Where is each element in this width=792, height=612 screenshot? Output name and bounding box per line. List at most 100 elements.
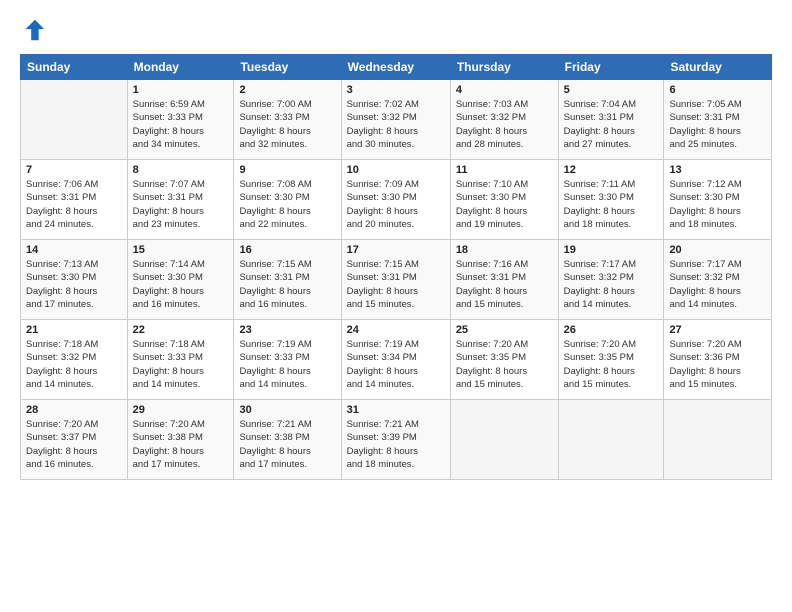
calendar-cell: 1 Sunrise: 6:59 AM Sunset: 3:33 PM Daylig… (127, 80, 234, 160)
day-number: 10 (347, 164, 445, 176)
day-info: Sunrise: 7:17 AM Sunset: 3:32 PM Dayligh… (564, 258, 659, 311)
day-number: 20 (669, 244, 766, 256)
calendar-cell: 24 Sunrise: 7:19 AM Sunset: 3:34 PM Dayli… (341, 320, 450, 400)
calendar-cell: 23 Sunrise: 7:19 AM Sunset: 3:33 PM Dayli… (234, 320, 341, 400)
calendar-cell: 18 Sunrise: 7:16 AM Sunset: 3:31 PM Dayli… (450, 240, 558, 320)
calendar-cell (21, 80, 128, 160)
calendar-cell: 20 Sunrise: 7:17 AM Sunset: 3:32 PM Dayli… (664, 240, 772, 320)
day-header-tuesday: Tuesday (234, 55, 341, 80)
day-number: 7 (26, 164, 122, 176)
day-number: 23 (239, 324, 335, 336)
day-number: 9 (239, 164, 335, 176)
calendar-cell: 26 Sunrise: 7:20 AM Sunset: 3:35 PM Dayli… (558, 320, 664, 400)
calendar-cell: 2 Sunrise: 7:00 AM Sunset: 3:33 PM Daylig… (234, 80, 341, 160)
calendar-cell: 6 Sunrise: 7:05 AM Sunset: 3:31 PM Daylig… (664, 80, 772, 160)
day-info: Sunrise: 7:18 AM Sunset: 3:33 PM Dayligh… (133, 338, 229, 391)
day-number: 1 (133, 84, 229, 96)
logo (20, 16, 52, 44)
week-row-4: 28Sunrise: 7:20 AM Sunset: 3:37 PM Dayli… (21, 400, 772, 480)
calendar-cell: 13 Sunrise: 7:12 AM Sunset: 3:30 PM Dayli… (664, 160, 772, 240)
day-number: 30 (239, 404, 335, 416)
calendar-cell (450, 400, 558, 480)
day-number: 24 (347, 324, 445, 336)
day-number: 21 (26, 324, 122, 336)
day-number: 16 (239, 244, 335, 256)
day-header-saturday: Saturday (664, 55, 772, 80)
day-number: 6 (669, 84, 766, 96)
calendar-cell: 27 Sunrise: 7:20 AM Sunset: 3:36 PM Dayli… (664, 320, 772, 400)
day-header-wednesday: Wednesday (341, 55, 450, 80)
calendar-cell: 22 Sunrise: 7:18 AM Sunset: 3:33 PM Dayli… (127, 320, 234, 400)
calendar-cell (664, 400, 772, 480)
calendar-cell: 8Sunrise: 7:07 AM Sunset: 3:31 PM Daylig… (127, 160, 234, 240)
day-number: 5 (564, 84, 659, 96)
calendar-cell: 15Sunrise: 7:14 AM Sunset: 3:30 PM Dayli… (127, 240, 234, 320)
day-header-monday: Monday (127, 55, 234, 80)
day-info: Sunrise: 7:20 AM Sunset: 3:35 PM Dayligh… (456, 338, 553, 391)
day-number: 29 (133, 404, 229, 416)
day-info: Sunrise: 6:59 AM Sunset: 3:33 PM Dayligh… (133, 98, 229, 151)
day-info: Sunrise: 7:13 AM Sunset: 3:30 PM Dayligh… (26, 258, 122, 311)
calendar-cell: 5 Sunrise: 7:04 AM Sunset: 3:31 PM Daylig… (558, 80, 664, 160)
calendar-cell: 11 Sunrise: 7:10 AM Sunset: 3:30 PM Dayli… (450, 160, 558, 240)
day-number: 2 (239, 84, 335, 96)
week-row-2: 14 Sunrise: 7:13 AM Sunset: 3:30 PM Dayli… (21, 240, 772, 320)
day-header-thursday: Thursday (450, 55, 558, 80)
day-number: 19 (564, 244, 659, 256)
calendar-cell: 31 Sunrise: 7:21 AM Sunset: 3:39 PM Dayli… (341, 400, 450, 480)
day-number: 4 (456, 84, 553, 96)
calendar-cell: 30Sunrise: 7:21 AM Sunset: 3:38 PM Dayli… (234, 400, 341, 480)
day-number: 31 (347, 404, 445, 416)
page: SundayMondayTuesdayWednesdayThursdayFrid… (0, 0, 792, 612)
calendar-cell: 3 Sunrise: 7:02 AM Sunset: 3:32 PM Daylig… (341, 80, 450, 160)
day-info: Sunrise: 7:20 AM Sunset: 3:37 PM Dayligh… (26, 418, 122, 471)
day-number: 25 (456, 324, 553, 336)
day-info: Sunrise: 7:20 AM Sunset: 3:35 PM Dayligh… (564, 338, 659, 391)
day-number: 26 (564, 324, 659, 336)
day-number: 22 (133, 324, 229, 336)
day-number: 8 (133, 164, 229, 176)
day-info: Sunrise: 7:19 AM Sunset: 3:34 PM Dayligh… (347, 338, 445, 391)
day-info: Sunrise: 7:10 AM Sunset: 3:30 PM Dayligh… (456, 178, 553, 231)
calendar-cell: 28Sunrise: 7:20 AM Sunset: 3:37 PM Dayli… (21, 400, 128, 480)
day-info: Sunrise: 7:19 AM Sunset: 3:33 PM Dayligh… (239, 338, 335, 391)
week-row-0: 1 Sunrise: 6:59 AM Sunset: 3:33 PM Daylig… (21, 80, 772, 160)
day-info: Sunrise: 7:11 AM Sunset: 3:30 PM Dayligh… (564, 178, 659, 231)
calendar-cell: 10 Sunrise: 7:09 AM Sunset: 3:30 PM Dayli… (341, 160, 450, 240)
day-info: Sunrise: 7:17 AM Sunset: 3:32 PM Dayligh… (669, 258, 766, 311)
calendar-cell: 25 Sunrise: 7:20 AM Sunset: 3:35 PM Dayli… (450, 320, 558, 400)
day-info: Sunrise: 7:21 AM Sunset: 3:39 PM Dayligh… (347, 418, 445, 471)
day-header-row: SundayMondayTuesdayWednesdayThursdayFrid… (21, 55, 772, 80)
logo-icon (20, 16, 48, 44)
day-info: Sunrise: 7:20 AM Sunset: 3:36 PM Dayligh… (669, 338, 766, 391)
day-info: Sunrise: 7:15 AM Sunset: 3:31 PM Dayligh… (239, 258, 335, 311)
day-info: Sunrise: 7:02 AM Sunset: 3:32 PM Dayligh… (347, 98, 445, 151)
day-info: Sunrise: 7:18 AM Sunset: 3:32 PM Dayligh… (26, 338, 122, 391)
day-number: 12 (564, 164, 659, 176)
day-info: Sunrise: 7:08 AM Sunset: 3:30 PM Dayligh… (239, 178, 335, 231)
day-number: 11 (456, 164, 553, 176)
calendar-cell: 17Sunrise: 7:15 AM Sunset: 3:31 PM Dayli… (341, 240, 450, 320)
calendar-cell: 16 Sunrise: 7:15 AM Sunset: 3:31 PM Dayli… (234, 240, 341, 320)
day-number: 18 (456, 244, 553, 256)
calendar-cell (558, 400, 664, 480)
calendar-cell: 14 Sunrise: 7:13 AM Sunset: 3:30 PM Dayli… (21, 240, 128, 320)
calendar: SundayMondayTuesdayWednesdayThursdayFrid… (20, 54, 772, 480)
day-number: 14 (26, 244, 122, 256)
day-info: Sunrise: 7:09 AM Sunset: 3:30 PM Dayligh… (347, 178, 445, 231)
calendar-cell: 21 Sunrise: 7:18 AM Sunset: 3:32 PM Dayli… (21, 320, 128, 400)
day-info: Sunrise: 7:16 AM Sunset: 3:31 PM Dayligh… (456, 258, 553, 311)
calendar-cell: 4Sunrise: 7:03 AM Sunset: 3:32 PM Daylig… (450, 80, 558, 160)
day-number: 3 (347, 84, 445, 96)
day-info: Sunrise: 7:14 AM Sunset: 3:30 PM Dayligh… (133, 258, 229, 311)
day-info: Sunrise: 7:12 AM Sunset: 3:30 PM Dayligh… (669, 178, 766, 231)
day-info: Sunrise: 7:05 AM Sunset: 3:31 PM Dayligh… (669, 98, 766, 151)
day-number: 27 (669, 324, 766, 336)
day-header-friday: Friday (558, 55, 664, 80)
day-info: Sunrise: 7:04 AM Sunset: 3:31 PM Dayligh… (564, 98, 659, 151)
day-info: Sunrise: 7:00 AM Sunset: 3:33 PM Dayligh… (239, 98, 335, 151)
day-number: 13 (669, 164, 766, 176)
day-header-sunday: Sunday (21, 55, 128, 80)
day-number: 17 (347, 244, 445, 256)
day-info: Sunrise: 7:06 AM Sunset: 3:31 PM Dayligh… (26, 178, 122, 231)
